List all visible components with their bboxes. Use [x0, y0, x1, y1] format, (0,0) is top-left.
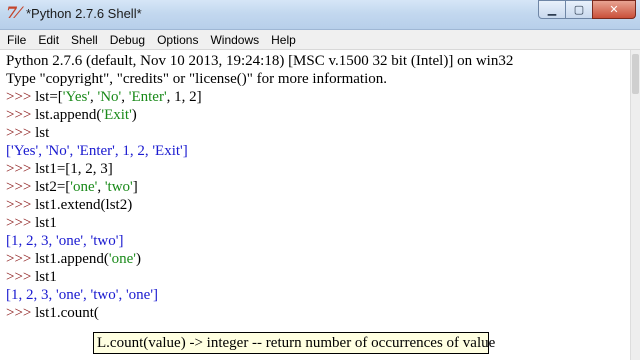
code: ,: [90, 89, 98, 105]
input-line: >>> lst1: [6, 268, 57, 286]
code: lst1: [35, 215, 57, 231]
input-line: >>> lst1.append('one'): [6, 250, 141, 268]
input-line: >>> lst1=[1, 2, 3]: [6, 160, 113, 178]
maximize-button[interactable]: ▢: [565, 0, 593, 19]
menu-file[interactable]: File: [0, 30, 32, 50]
string-literal: 'Enter': [128, 89, 167, 105]
output-line: [1, 2, 3, 'one', 'two', 'one']: [6, 287, 159, 303]
prompt: >>>: [6, 197, 36, 213]
menu-options[interactable]: Options: [151, 30, 204, 50]
string-literal: 'No': [97, 89, 122, 105]
minimize-button[interactable]: ▁: [538, 0, 566, 19]
close-button[interactable]: ✕: [592, 0, 636, 19]
shell-text-area[interactable]: Python 2.7.6 (default, Nov 10 2013, 19:2…: [0, 50, 630, 360]
code: lst1.extend(lst2): [35, 197, 133, 213]
code: lst.append(: [35, 107, 102, 123]
code: ): [135, 251, 141, 267]
menu-help[interactable]: Help: [265, 30, 302, 50]
code: ]: [132, 179, 138, 195]
code: lst: [35, 125, 50, 141]
current-input-line[interactable]: >>> lst1.count(: [6, 304, 99, 322]
code: lst1: [35, 269, 57, 285]
title-bar[interactable]: 7⁄ *Python 2.7.6 Shell* ▁ ▢ ✕: [0, 0, 640, 30]
menu-windows[interactable]: Windows: [204, 30, 265, 50]
code: lst=[: [35, 89, 63, 105]
menu-shell[interactable]: Shell: [65, 30, 104, 50]
output-line: [1, 2, 3, 'one', 'two']: [6, 233, 124, 249]
menu-bar: File Edit Shell Debug Options Windows He…: [0, 30, 640, 50]
string-literal: 'one': [70, 179, 98, 195]
prompt: >>>: [6, 251, 36, 267]
input-line: >>> lst1: [6, 214, 57, 232]
code: lst1=[1, 2, 3]: [35, 161, 113, 177]
prompt: >>>: [6, 89, 36, 105]
string-literal: 'one': [108, 251, 136, 267]
idle-icon: 7⁄: [6, 3, 20, 22]
banner-line: Type "copyright", "credits" or "license(…: [6, 71, 387, 87]
prompt: >>>: [6, 179, 36, 195]
code: lst2=[: [35, 179, 71, 195]
string-literal: 'Exit': [101, 107, 132, 123]
prompt: >>>: [6, 269, 36, 285]
minimize-icon: ▁: [547, 3, 557, 16]
code: lst1.append(: [35, 251, 109, 267]
code: ): [131, 107, 137, 123]
menu-debug[interactable]: Debug: [104, 30, 151, 50]
prompt: >>>: [6, 161, 36, 177]
input-line: >>> lst.append('Exit'): [6, 106, 137, 124]
banner-line: Python 2.7.6 (default, Nov 10 2013, 19:2…: [6, 53, 514, 69]
prompt: >>>: [6, 125, 36, 141]
input-line: >>> lst1.extend(lst2): [6, 196, 132, 214]
scrollbar-thumb[interactable]: [632, 54, 639, 94]
input-line: >>> lst2=['one', 'two']: [6, 178, 138, 196]
input-line: >>> lst=['Yes', 'No', 'Enter', 1, 2]: [6, 88, 202, 106]
prompt: >>>: [6, 215, 36, 231]
code: ,: [97, 179, 105, 195]
prompt: >>>: [6, 305, 36, 321]
output-line: ['Yes', 'No', 'Enter', 1, 2, 'Exit']: [6, 143, 188, 159]
code: lst1.count(: [35, 305, 99, 321]
vertical-scrollbar[interactable]: [630, 50, 640, 360]
string-literal: 'two': [104, 179, 133, 195]
prompt: >>>: [6, 107, 36, 123]
string-literal: 'Yes': [62, 89, 91, 105]
calltip: L.count(value) -> integer -- return numb…: [93, 332, 495, 354]
menu-edit[interactable]: Edit: [32, 30, 65, 50]
window-title: *Python 2.7.6 Shell*: [26, 6, 142, 21]
window-controls: ▁ ▢ ✕: [538, 0, 636, 20]
input-line: >>> lst: [6, 124, 49, 142]
code: ,: [121, 89, 129, 105]
maximize-icon: ▢: [573, 3, 585, 16]
code: , 1, 2]: [166, 89, 202, 105]
close-icon: ✕: [609, 3, 619, 16]
